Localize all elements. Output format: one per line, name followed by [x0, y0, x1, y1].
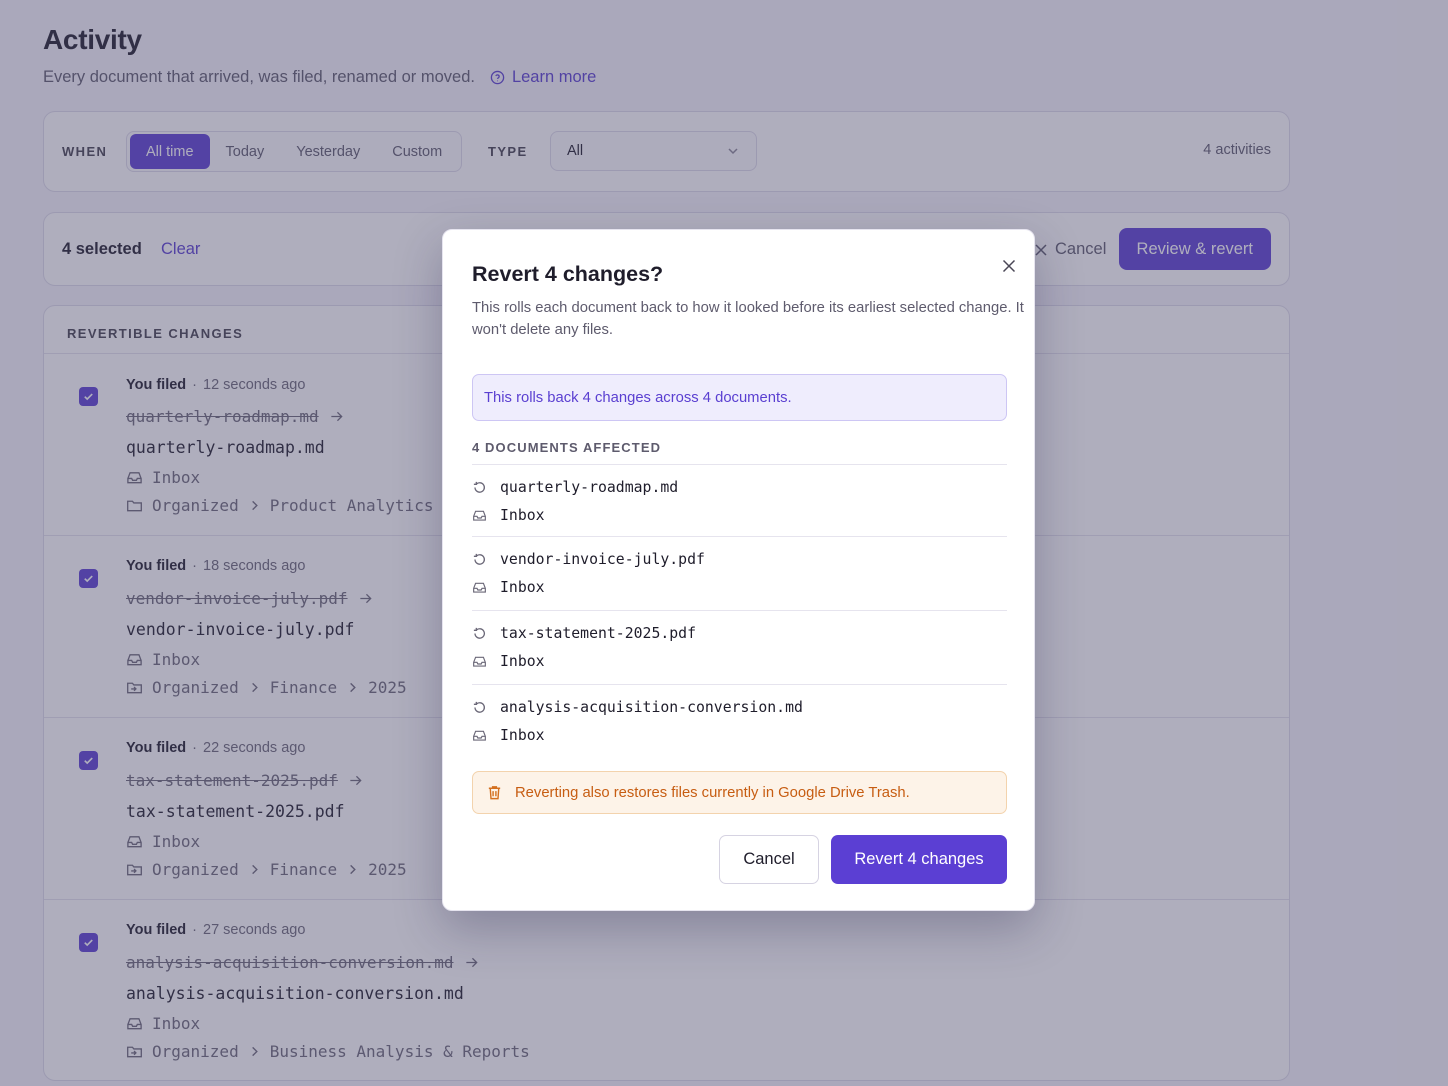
document-location-line: Inbox — [472, 507, 545, 524]
affected-document: vendor-invoice-july.pdf Inbox — [472, 536, 1007, 610]
undo-icon — [473, 627, 485, 639]
document-location-line: Inbox — [472, 727, 545, 744]
inbox-icon — [473, 582, 486, 593]
affected-document: analysis-acquisition-conversion.md Inbox — [472, 684, 1007, 758]
dialog-cancel-button[interactable]: Cancel — [719, 835, 819, 884]
inbox-icon — [473, 510, 486, 521]
document-name: quarterly-roadmap.md — [500, 479, 679, 496]
document-name-line: analysis-acquisition-conversion.md — [472, 699, 803, 716]
affected-documents-list: quarterly-roadmap.md Inbox vendor-invoic… — [472, 464, 1007, 758]
close-dialog-button[interactable] — [1000, 257, 1018, 275]
revert-summary-notice: This rolls back 4 changes across 4 docum… — [472, 374, 1007, 421]
confirm-revert-button[interactable]: Revert 4 changes — [831, 835, 1007, 884]
undo-icon — [473, 553, 485, 565]
document-location: Inbox — [500, 579, 545, 596]
dialog-description: This rolls each document back to how it … — [472, 300, 1024, 338]
document-name: vendor-invoice-july.pdf — [500, 551, 705, 568]
document-name-line: vendor-invoice-july.pdf — [472, 551, 705, 568]
document-name-line: quarterly-roadmap.md — [472, 479, 678, 496]
inbox-icon — [473, 656, 486, 667]
affected-document: tax-statement-2025.pdf Inbox — [472, 610, 1007, 684]
undo-icon — [473, 481, 485, 493]
document-location: Inbox — [500, 653, 545, 670]
trash-icon — [488, 786, 501, 800]
document-location-line: Inbox — [472, 579, 545, 596]
inbox-icon — [473, 730, 486, 741]
document-name: tax-statement-2025.pdf — [500, 625, 696, 642]
trash-warning-text: Reverting also restores files currently … — [515, 784, 910, 801]
dialog-title: Revert 4 changes? — [472, 262, 664, 286]
close-icon — [1002, 259, 1016, 273]
revert-dialog: Revert 4 changes? This rolls each docume… — [442, 229, 1035, 911]
document-location-line: Inbox — [472, 653, 545, 670]
document-name: analysis-acquisition-conversion.md — [500, 699, 803, 716]
document-location: Inbox — [500, 507, 545, 524]
undo-icon — [473, 701, 485, 713]
document-name-line: tax-statement-2025.pdf — [472, 625, 696, 642]
document-location: Inbox — [500, 727, 545, 744]
trash-warning: Reverting also restores files currently … — [472, 771, 1007, 814]
affected-document: quarterly-roadmap.md Inbox — [472, 464, 1007, 536]
affected-documents-label: 4 DOCUMENTS AFFECTED — [472, 440, 662, 455]
